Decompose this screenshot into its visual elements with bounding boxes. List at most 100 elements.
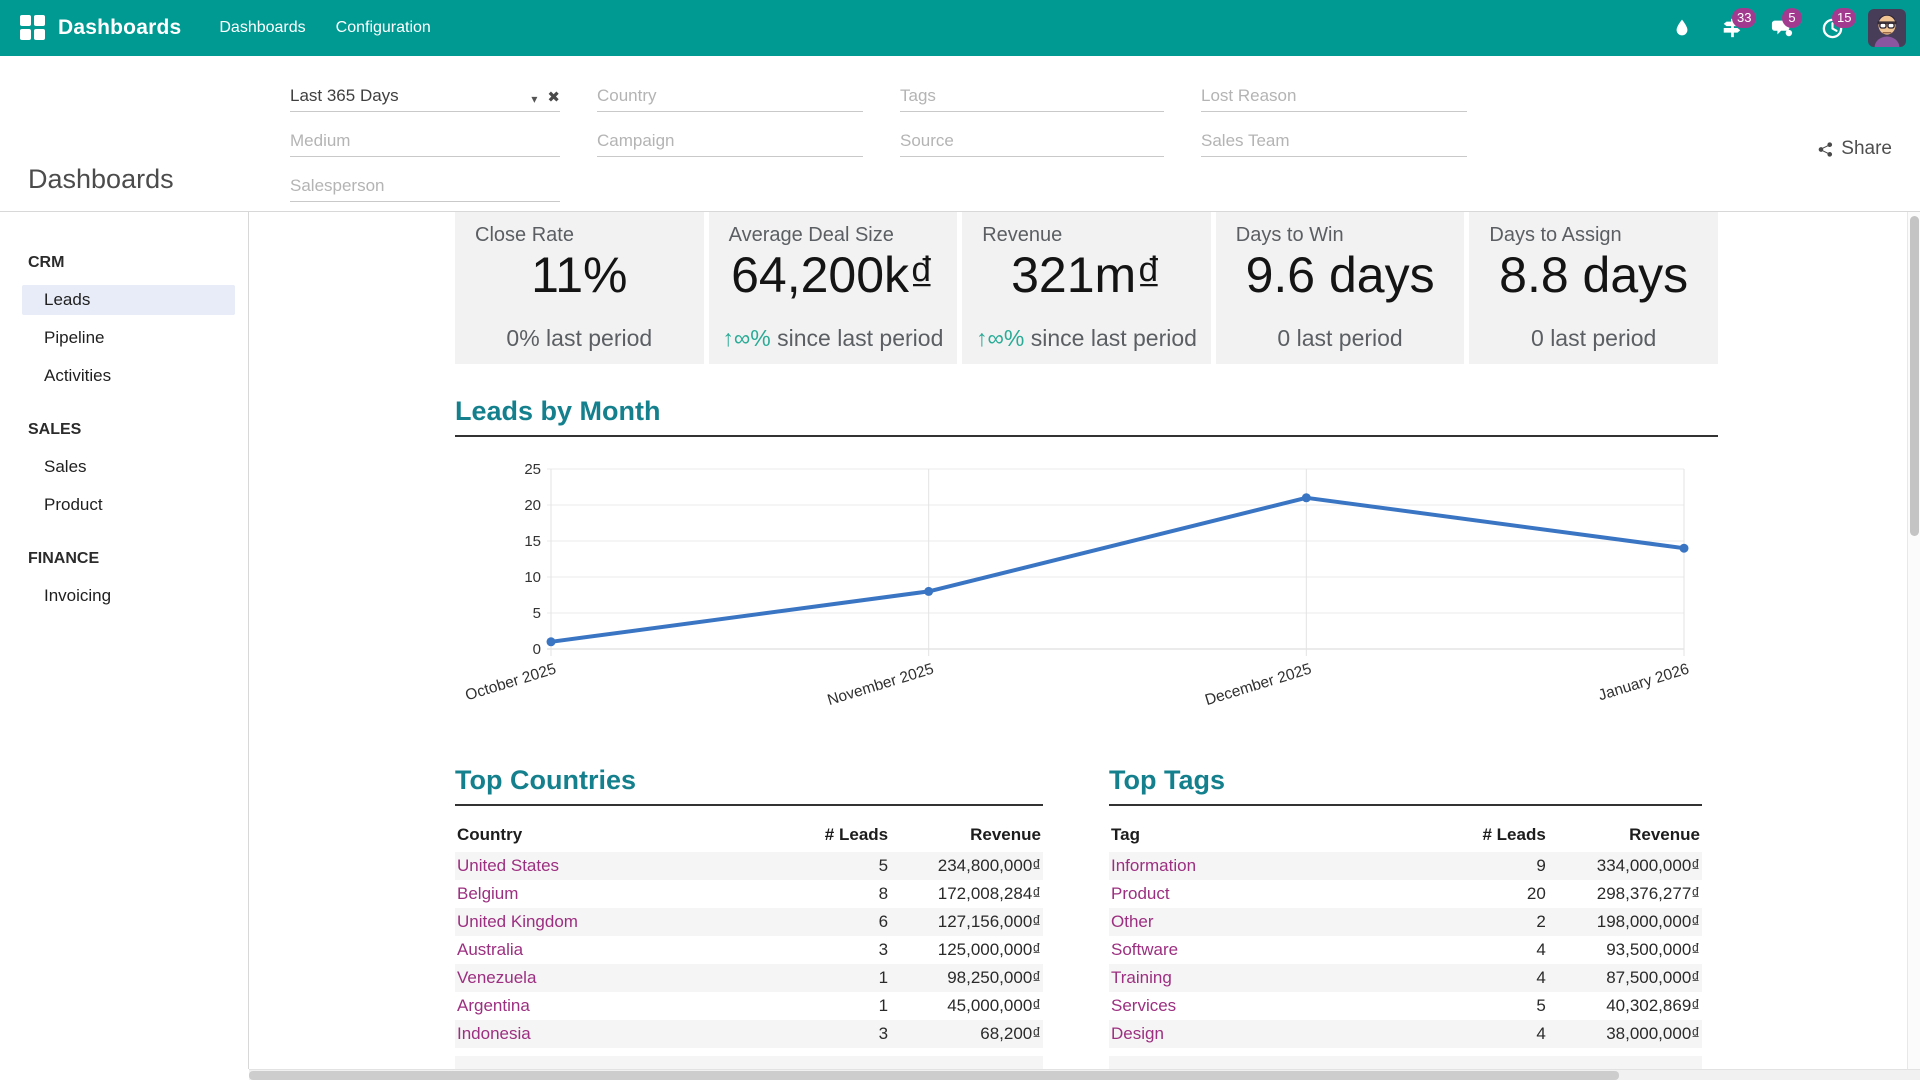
filter-source[interactable]: Source — [900, 121, 1164, 157]
navbar-menu: DashboardsConfiguration — [207, 0, 442, 56]
filter-sales-team[interactable]: Sales Team — [1201, 121, 1467, 157]
table-row: Australia3125,000,000₫ — [455, 936, 1043, 964]
country-link-venezuela[interactable]: Venezuela — [455, 964, 778, 992]
kpi-card-average-deal-size[interactable]: Average Deal Size64,200k₫↑∞% since last … — [709, 212, 958, 364]
leads-count: 3 — [778, 936, 890, 964]
menu-item-dashboards[interactable]: Dashboards — [207, 13, 317, 43]
leads-by-month-chart: 0510152025October 2025November 2025Decem… — [455, 457, 1718, 719]
clock-icon[interactable]: 15 — [1810, 6, 1854, 50]
country-link-australia[interactable]: Australia — [455, 936, 778, 964]
vertical-scrollbar-thumb[interactable] — [1910, 216, 1919, 536]
leads-count: 1 — [778, 964, 890, 992]
country-link-united-kingdom[interactable]: United Kingdom — [455, 908, 778, 936]
top-navbar: Dashboards DashboardsConfiguration 33 5 — [0, 0, 1920, 56]
clock-badge: 15 — [1832, 8, 1856, 28]
filter-last-365-days[interactable]: Last 365 Days▾✖ — [290, 76, 560, 112]
leads-by-month-section: Leads by Month 0510152025October 2025Nov… — [455, 396, 1718, 719]
droplet-icon[interactable] — [1660, 6, 1704, 50]
chart-title: Leads by Month — [455, 396, 1718, 437]
revenue-value: 298,376,277₫ — [1548, 880, 1702, 908]
revenue-value: 87,500,000₫ — [1548, 964, 1702, 992]
chat-icon[interactable]: 5 — [1760, 6, 1804, 50]
tag-link-product[interactable]: Product — [1109, 880, 1435, 908]
table-header-row: Tag# LeadsRevenue — [1109, 822, 1702, 852]
table-row: Information9334,000,000₫ — [1109, 852, 1702, 880]
filter-tags[interactable]: Tags — [900, 76, 1164, 112]
svg-text:5: 5 — [533, 605, 541, 622]
tag-link-design[interactable]: Design — [1109, 1020, 1435, 1048]
leads-count: 3 — [778, 1020, 890, 1048]
leads-count: 5 — [1435, 992, 1548, 1020]
table-row: Venezuela198,250,000₫ — [455, 964, 1043, 992]
filter-text: Source — [900, 131, 1164, 151]
tag-link-training[interactable]: Training — [1109, 964, 1435, 992]
kpi-delta-text: since last period — [771, 325, 944, 351]
sidebar-item-pipeline[interactable]: Pipeline — [22, 323, 235, 353]
svg-text:15: 15 — [524, 533, 541, 550]
filter-medium[interactable]: Medium — [290, 121, 560, 157]
kpi-delta: ↑∞% since last period — [970, 325, 1203, 352]
chevron-down-icon[interactable]: ▾ — [531, 92, 537, 106]
signpost-badge: 33 — [1732, 8, 1756, 28]
kpi-card-close-rate[interactable]: Close Rate11%0% last period — [455, 212, 704, 364]
table-row: Other2198,000,000₫ — [1109, 908, 1702, 936]
tag-link-information[interactable]: Information — [1109, 852, 1435, 880]
navbar-right: 33 5 15 — [1660, 6, 1906, 50]
table-row: Belgium8172,008,284₫ — [455, 880, 1043, 908]
filter-country[interactable]: Country — [597, 76, 863, 112]
horizontal-scrollbar-thumb[interactable] — [249, 1071, 1619, 1080]
revenue-value: 334,000,000₫ — [1548, 852, 1702, 880]
apps-grid-icon[interactable] — [20, 15, 46, 41]
sidebar-section-label: CRM — [0, 254, 248, 272]
kpi-delta-text: 0 last period — [1531, 325, 1656, 351]
column-header-tag: Tag — [1109, 822, 1435, 852]
leads-count: 1 — [778, 992, 890, 1020]
filter-text: Country — [597, 86, 863, 106]
share-button[interactable]: Share — [1817, 138, 1892, 160]
sidebar-item-activities[interactable]: Activities — [22, 361, 235, 391]
tag-link-services[interactable]: Services — [1109, 992, 1435, 1020]
leads-count: 4 — [1435, 936, 1548, 964]
kpi-card-days-to-win[interactable]: Days to Win9.6 days0 last period — [1216, 212, 1465, 364]
country-link-argentina[interactable]: Argentina — [455, 992, 778, 1020]
kpi-value: 64,200k₫ — [717, 249, 950, 302]
leads-count: 5 — [778, 852, 890, 880]
top-countries-section: Top Countries Country# LeadsRevenueUnite… — [455, 765, 1043, 1069]
sidebar-item-sales[interactable]: Sales — [22, 452, 235, 482]
signpost-activities-icon[interactable]: 33 — [1710, 6, 1754, 50]
kpi-card-days-to-assign[interactable]: Days to Assign8.8 days0 last period — [1469, 212, 1718, 364]
sidebar-item-invoicing[interactable]: Invoicing — [22, 581, 235, 611]
country-link-belgium[interactable]: Belgium — [455, 880, 778, 908]
vertical-scrollbar[interactable] — [1907, 212, 1920, 1069]
app-name[interactable]: Dashboards — [58, 16, 181, 40]
kpi-delta: 0 last period — [1224, 325, 1457, 352]
kpi-delta-value: ∞% — [734, 325, 771, 351]
tag-link-other[interactable]: Other — [1109, 908, 1435, 936]
svg-text:November 2025: November 2025 — [825, 661, 935, 710]
tag-link-software[interactable]: Software — [1109, 936, 1435, 964]
sidebar-item-leads[interactable]: Leads — [22, 285, 235, 315]
top-tags-section: Top Tags Tag# LeadsRevenueInformation933… — [1109, 765, 1702, 1069]
kpi-delta: 0% last period — [463, 325, 696, 352]
menu-item-configuration[interactable]: Configuration — [324, 13, 443, 43]
column-header-leads: # Leads — [778, 822, 890, 852]
filter-campaign[interactable]: Campaign — [597, 121, 863, 157]
horizontal-scrollbar[interactable] — [249, 1069, 1920, 1080]
filter-salesperson[interactable]: Salesperson — [290, 166, 560, 202]
kpi-delta-text: since last period — [1024, 325, 1197, 351]
clear-filter-icon[interactable]: ✖ — [547, 88, 560, 106]
country-link-united-states[interactable]: United States — [455, 852, 778, 880]
column-header-country: Country — [455, 822, 778, 852]
sidebar-item-product[interactable]: Product — [22, 490, 235, 520]
user-avatar[interactable] — [1868, 9, 1906, 47]
kpi-row: Close Rate11%0% last periodAverage Deal … — [455, 212, 1718, 364]
sidebar-section-sales: SALESSalesProduct — [0, 421, 248, 520]
leads-count: 4 — [1435, 1020, 1548, 1048]
kpi-card-revenue[interactable]: Revenue321m₫↑∞% since last period — [962, 212, 1211, 364]
country-link-indonesia[interactable]: Indonesia — [455, 1020, 778, 1048]
table-row: Software493,500,000₫ — [1109, 936, 1702, 964]
svg-text:20: 20 — [524, 497, 541, 514]
filter-lost-reason[interactable]: Lost Reason — [1201, 76, 1467, 112]
filters-bar: Last 365 Days▾✖CountryTagsLost ReasonMed… — [290, 76, 1467, 202]
leads-count: 6 — [778, 908, 890, 936]
